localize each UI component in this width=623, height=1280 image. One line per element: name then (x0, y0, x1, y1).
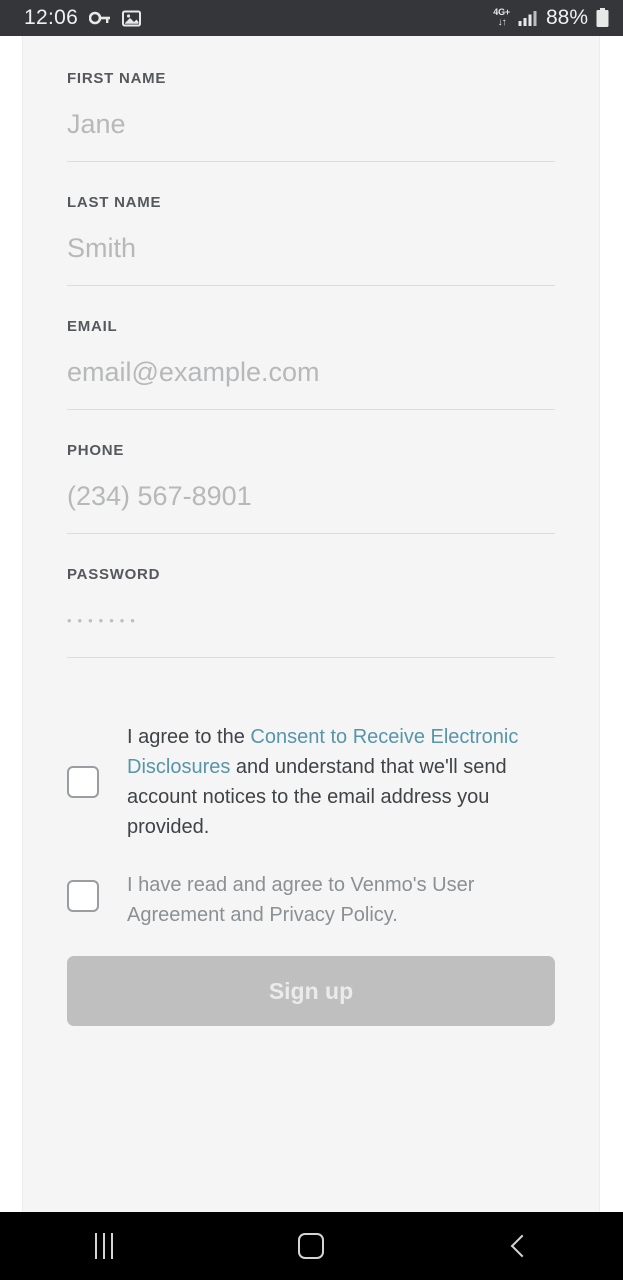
user-agreement-text: I have read and agree to Venmo's User Ag… (127, 874, 475, 926)
signal-bars-icon (518, 10, 537, 26)
home-button[interactable] (251, 1212, 371, 1280)
network-type-indicator: 4G+ ↓↑ (493, 7, 510, 28)
home-icon (298, 1233, 325, 1259)
battery-icon (596, 8, 609, 27)
form-field-password: PASSWORD ••••••• (67, 534, 555, 658)
sign-up-button[interactable]: Sign up (67, 956, 555, 1026)
submit-section: Sign up (23, 956, 599, 1026)
user-agreement-checkbox[interactable] (67, 880, 99, 912)
phone-label: PHONE (67, 442, 125, 459)
electronic-disclosures-checkbox[interactable] (67, 766, 99, 798)
consent-section: I agree to the Consent to Receive Electr… (23, 722, 599, 930)
first-name-input[interactable]: Jane (67, 101, 555, 147)
password-label: PASSWORD (67, 566, 161, 583)
last-name-input[interactable]: Smith (67, 225, 555, 271)
email-label: EMAIL (67, 318, 118, 335)
electronic-disclosures-text: I agree to the Consent to Receive Electr… (127, 722, 555, 842)
password-underline (67, 657, 555, 658)
consent-row-electronic-disclosures[interactable]: I agree to the Consent to Receive Electr… (67, 722, 555, 842)
android-navigation-bar (0, 1212, 623, 1280)
form-field-first-name: FIRST NAME Jane (67, 36, 555, 162)
recents-button[interactable] (44, 1212, 164, 1280)
form-field-phone: PHONE (234) 567-8901 (67, 410, 555, 534)
status-bar-right: 4G+ ↓↑ 88% (493, 6, 609, 30)
status-bar: 12:06 4G+ ↓↑ 88% (0, 0, 623, 36)
data-transfer-arrows-icon: ↓↑ (497, 17, 507, 28)
status-bar-left: 12:06 (24, 6, 142, 30)
back-icon (510, 1234, 533, 1258)
phone-screen: 12:06 4G+ ↓↑ 88% FIRST NAME Jane LAST NA… (0, 0, 623, 1280)
form-field-email: EMAIL email@example.com (67, 286, 555, 410)
signup-page: FIRST NAME Jane LAST NAME Smith EMAIL em… (22, 36, 600, 1212)
phone-input[interactable]: (234) 567-8901 (67, 473, 555, 519)
last-name-label: LAST NAME (67, 194, 162, 211)
consent-row-user-agreement[interactable]: I have read and agree to Venmo's User Ag… (67, 870, 555, 930)
status-bar-clock: 12:06 (24, 6, 79, 29)
vpn-key-icon (89, 11, 111, 25)
password-input[interactable]: ••••••• (67, 597, 555, 643)
email-input[interactable]: email@example.com (67, 349, 555, 395)
battery-percentage: 88% (545, 6, 588, 29)
recents-icon (94, 1233, 113, 1259)
consent-text-before: I agree to the (127, 726, 251, 748)
signup-form: FIRST NAME Jane LAST NAME Smith EMAIL em… (23, 36, 599, 658)
screenshot-image-icon (122, 10, 142, 26)
first-name-label: FIRST NAME (67, 70, 167, 87)
back-button[interactable] (459, 1212, 579, 1280)
form-field-last-name: LAST NAME Smith (67, 162, 555, 286)
